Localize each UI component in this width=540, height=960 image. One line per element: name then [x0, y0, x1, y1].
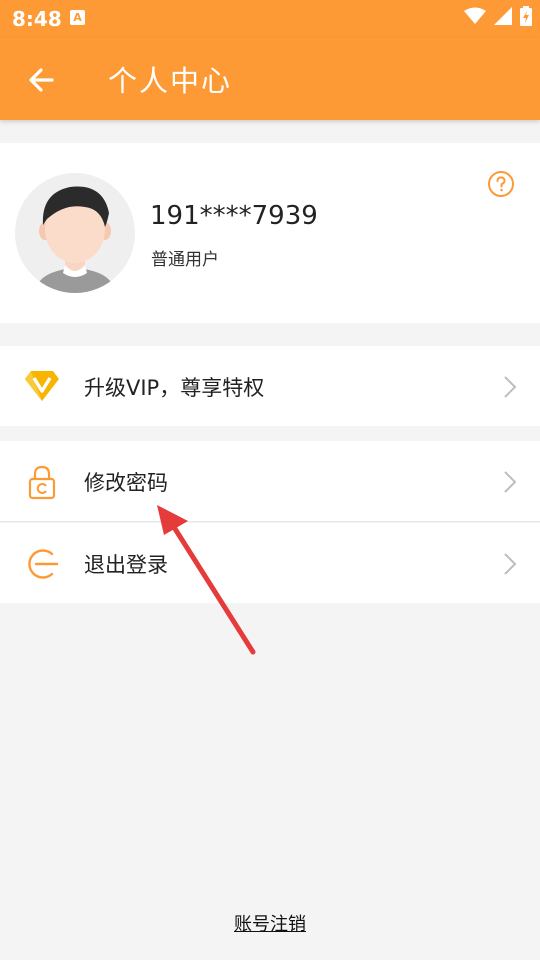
wifi-icon — [464, 7, 486, 24]
profile-card: 191****7939 普通用户 — [0, 143, 540, 323]
help-icon[interactable] — [487, 170, 515, 198]
system-icons — [464, 6, 532, 26]
chevron-right-icon — [504, 471, 517, 493]
page-title: 个人中心 — [108, 64, 233, 98]
upgrade-vip-label: 升级VIP，尊享特权 — [84, 376, 265, 400]
divider — [0, 521, 540, 522]
user-phone: 191****7939 — [150, 201, 318, 231]
status-bar: 8:48 A — [0, 0, 540, 38]
battery-icon — [520, 6, 532, 26]
cancel-account-link[interactable]: 账号注销 — [0, 910, 540, 936]
notification-icon: A — [70, 10, 85, 25]
lock-icon — [28, 465, 56, 500]
signal-icon — [494, 7, 512, 25]
change-password-label: 修改密码 — [84, 471, 168, 495]
user-type-label: 普通用户 — [151, 250, 219, 270]
vip-diamond-icon — [25, 371, 59, 401]
upgrade-vip-item[interactable]: 升级VIP，尊享特权 — [0, 346, 540, 426]
app-bar: 个人中心 — [0, 38, 540, 120]
status-time: 8:48 — [12, 7, 62, 31]
logout-item[interactable]: 退出登录 — [0, 523, 540, 603]
chevron-right-icon — [504, 376, 517, 398]
avatar[interactable] — [15, 173, 135, 293]
change-password-item[interactable]: 修改密码 — [0, 441, 540, 521]
back-arrow-icon[interactable] — [22, 60, 62, 100]
chevron-right-icon — [504, 553, 517, 575]
logout-label: 退出登录 — [84, 553, 168, 577]
logout-icon — [28, 549, 59, 579]
